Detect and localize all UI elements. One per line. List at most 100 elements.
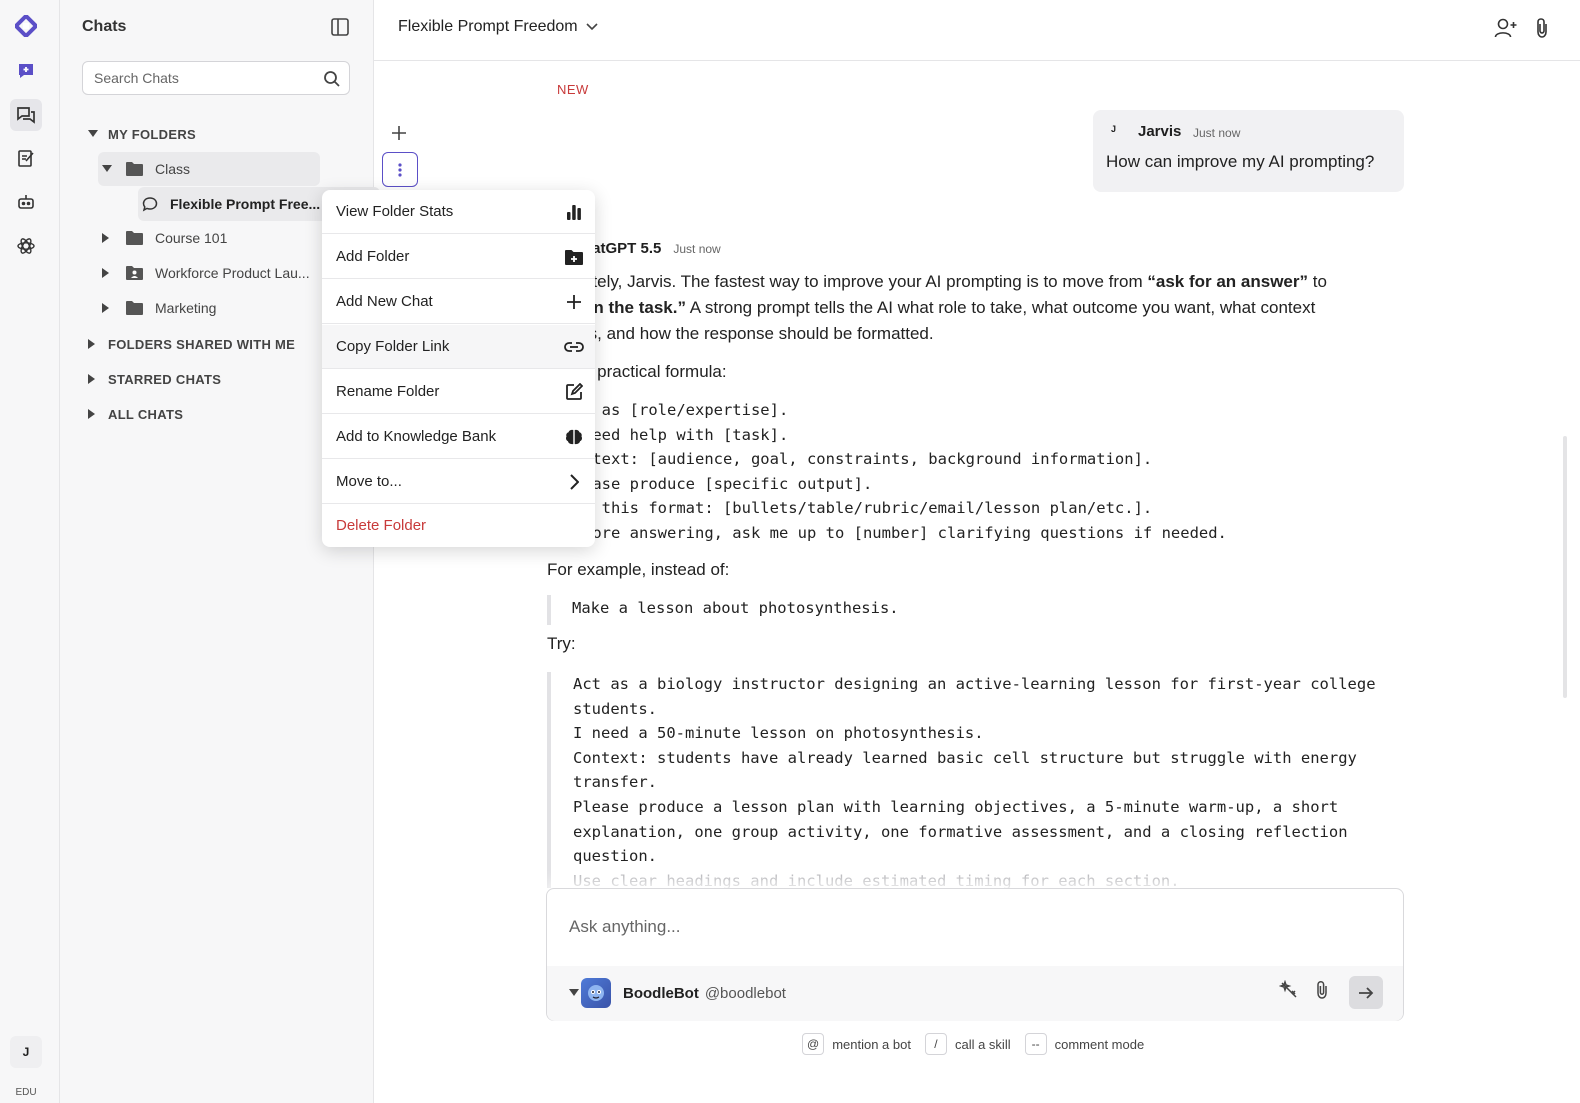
user-message-text: How can improve my AI prompting? — [1106, 152, 1375, 171]
folder-icon — [126, 231, 144, 245]
bot-name: BoodleBot — [623, 984, 699, 1002]
message-composer: BoodleBot @boodlebot — [546, 888, 1404, 1021]
folder-marketing[interactable]: Marketing — [102, 291, 216, 325]
menu-item-label: Add Folder — [336, 248, 410, 265]
menu-item-delete-folder[interactable]: Delete Folder — [322, 503, 595, 547]
text-run-bold: “ask for an answer” — [1147, 272, 1308, 291]
menu-item-view-stats[interactable]: View Folder Stats — [322, 190, 595, 234]
text-run: utely, Jarvis. The fastest way to improv… — [583, 272, 1148, 291]
chat-header: Flexible Prompt Freedom — [374, 0, 1580, 61]
folder-class[interactable]: Class — [98, 152, 320, 186]
notes-icon[interactable] — [10, 142, 42, 174]
folder-context-menu: View Folder Stats Add Folder Add New Cha… — [322, 190, 595, 547]
user-avatar: J — [1111, 124, 1117, 134]
folder-course-101[interactable]: Course 101 — [102, 221, 227, 255]
arrow-right-icon — [1359, 986, 1374, 999]
caret-down-icon — [88, 130, 98, 138]
user-message: J Jarvis Just now How can improve my AI … — [1093, 110, 1404, 192]
quote-line-faded: Use clear headings and include estimated… — [573, 871, 1180, 888]
section-label: STARRED CHATS — [108, 371, 222, 387]
chat-title: Flexible Prompt Freedom — [398, 18, 578, 35]
search-icon[interactable] — [323, 70, 341, 93]
section-my-folders[interactable]: MY FOLDERS — [88, 124, 196, 144]
sidebar-title: Chats — [82, 18, 127, 35]
text-run: rs, and how the response should be forma… — [583, 324, 934, 343]
menu-item-add-chat[interactable]: Add New Chat — [322, 280, 595, 324]
edit-icon — [564, 382, 584, 402]
quote-line: Context: students have already learned b… — [573, 748, 1367, 792]
bar-chart-icon — [564, 202, 584, 222]
chevron-down-icon — [586, 18, 598, 36]
section-label: FOLDERS SHARED WITH ME — [108, 336, 296, 352]
menu-item-label: Copy Folder Link — [336, 338, 450, 355]
app-rail: J EDU — [0, 0, 60, 1103]
plan-label: EDU — [15, 1087, 37, 1098]
hint-key: @ — [802, 1033, 825, 1055]
bad-example-quote: Make a lesson about photosynthesis. — [547, 595, 899, 625]
search-input[interactable] — [94, 70, 314, 86]
folder-workforce[interactable]: Workforce Product Lau... — [102, 256, 310, 290]
folder-label: Class — [155, 161, 191, 177]
formula-block: t as [role/expertise]. need help with [ta… — [583, 398, 1227, 546]
chat-label: Flexible Prompt Free... — [170, 196, 321, 212]
user-avatar[interactable]: J — [10, 1036, 42, 1068]
menu-item-add-folder[interactable]: Add Folder — [322, 235, 595, 279]
menu-item-label: Add New Chat — [336, 293, 433, 310]
bot-icon[interactable] — [10, 186, 42, 218]
menu-item-move-to[interactable]: Move to... — [322, 460, 595, 504]
tools-off-icon[interactable] — [1278, 979, 1299, 1005]
logo-icon[interactable] — [10, 10, 42, 42]
user-name: Jarvis — [1138, 123, 1182, 140]
chats-icon[interactable] — [10, 99, 42, 131]
folder-icon — [126, 301, 144, 315]
caret-right-icon — [102, 233, 114, 243]
section-label: ALL CHATS — [108, 406, 184, 422]
formula-line: ntext: [audience, goal, constraints, bac… — [583, 450, 1153, 469]
hint-mention: @ mention a bot — [802, 1033, 911, 1055]
kebab-icon — [398, 162, 402, 177]
formula-line: e this format: [bullets/table/rubric/ema… — [583, 499, 1153, 518]
menu-item-rename[interactable]: Rename Folder — [322, 370, 595, 414]
formula-line: need help with [task]. — [583, 425, 789, 444]
message-input[interactable] — [569, 917, 1369, 937]
section-starred[interactable]: STARRED CHATS — [88, 369, 221, 389]
menu-item-label: Rename Folder — [336, 383, 440, 400]
sidebar-toggle-icon[interactable] — [330, 17, 350, 37]
chats-sidebar: Chats MY FOLDERS Class Flexible Prompt F… — [60, 0, 418, 1103]
brain-icon — [564, 427, 584, 447]
quote-line: Please produce a lesson plan with learni… — [573, 797, 1357, 866]
menu-item-label: Delete Folder — [336, 516, 427, 534]
chat-title-dropdown[interactable]: Flexible Prompt Freedom — [398, 18, 598, 36]
text-run: to — [1308, 272, 1327, 291]
section-all-chats[interactable]: ALL CHATS — [88, 404, 183, 424]
good-example-quote: Act as a biology instructor designing an… — [547, 672, 1407, 888]
hint-key: -- — [1024, 1033, 1047, 1055]
hint-skill: / call a skill — [924, 1033, 1011, 1055]
caret-right-icon — [88, 409, 98, 419]
paperclip-icon[interactable] — [1534, 17, 1550, 44]
bot-selector[interactable]: BoodleBot @boodlebot — [569, 978, 786, 1008]
attach-icon[interactable] — [1315, 980, 1329, 1005]
hint-label: comment mode — [1054, 1036, 1145, 1052]
scrollbar-thumb[interactable] — [1563, 436, 1567, 698]
text-run: A strong prompt tells the AI what role t… — [685, 298, 1316, 317]
folder-label: Workforce Product Lau... — [155, 265, 310, 281]
try-label: Try: — [547, 634, 576, 653]
send-button[interactable] — [1349, 976, 1383, 1009]
composer-toolbar: BoodleBot @boodlebot — [547, 966, 1403, 1021]
search-chats[interactable] — [82, 61, 350, 95]
bot-handle: @boodlebot — [704, 984, 786, 1002]
atom-icon[interactable] — [10, 230, 42, 262]
new-chat-icon[interactable] — [10, 55, 42, 87]
add-user-icon[interactable] — [1494, 17, 1518, 44]
formula-line: t as [role/expertise]. — [583, 401, 789, 419]
shared-folder-icon — [126, 266, 144, 280]
bot-message-header: hatGPT 5.5 Just now — [583, 240, 721, 257]
caret-right-icon — [102, 268, 114, 278]
add-folder-icon[interactable] — [390, 124, 408, 147]
folder-options-button[interactable] — [382, 152, 418, 187]
menu-item-knowledge-bank[interactable]: Add to Knowledge Bank — [322, 415, 595, 459]
menu-item-copy-link[interactable]: Copy Folder Link — [322, 325, 595, 369]
section-shared[interactable]: FOLDERS SHARED WITH ME — [88, 334, 295, 354]
formula-line: ease produce [specific output]. — [583, 474, 873, 493]
